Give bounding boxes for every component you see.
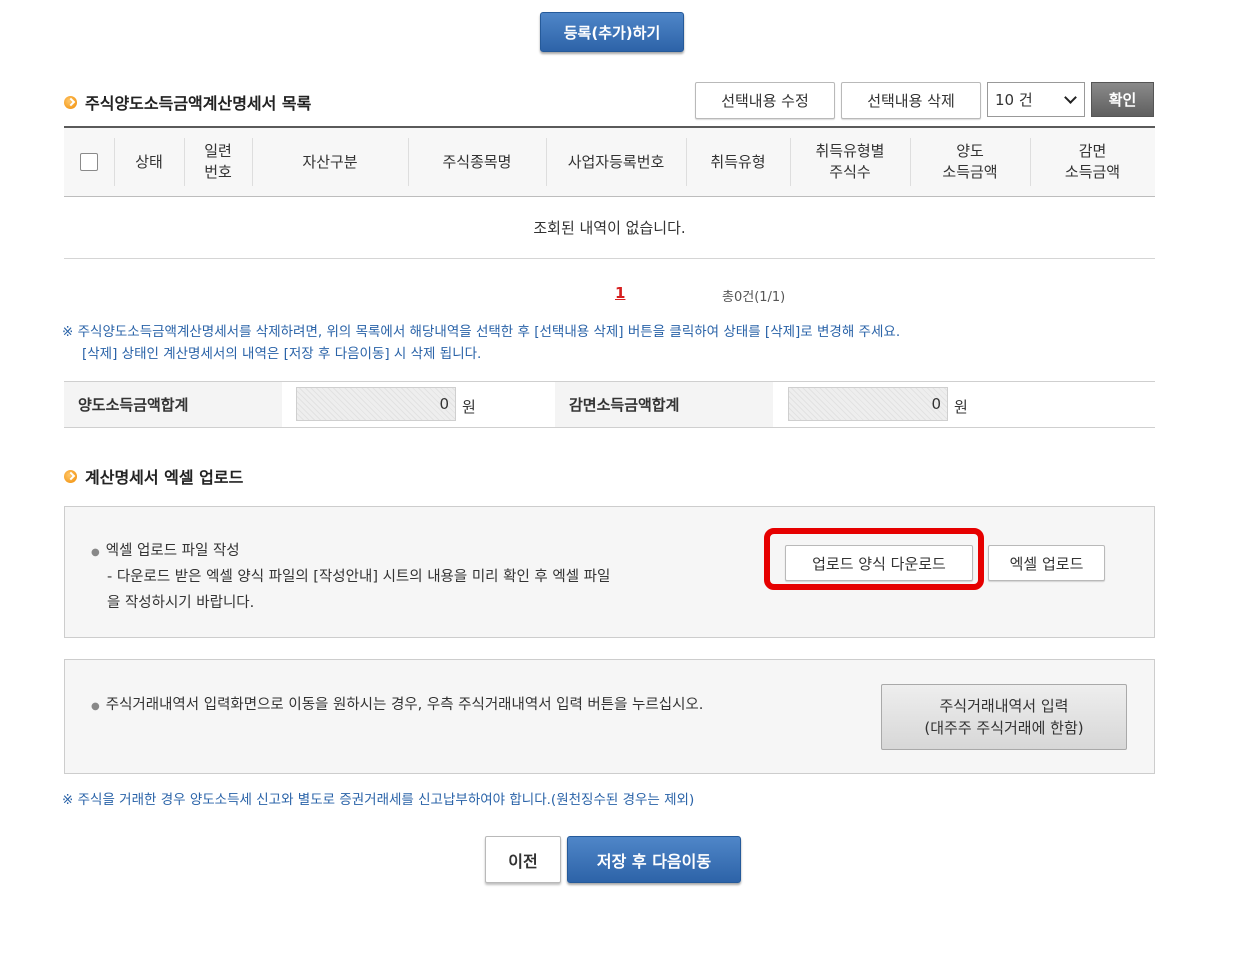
reduction-total-label: 감면소득금액합계 [569,396,680,414]
page-size-select[interactable]: 10 건 [987,82,1085,117]
list-title-text: 주식양도소득금액계산명세서 목록 [85,94,312,113]
excel-title-text: 계산명세서 엑셀 업로드 [85,468,244,487]
col-header-acquisition-type: 취득유형 [710,152,766,171]
edit-selected-button[interactable]: 선택내용 수정 [695,82,835,119]
delete-note-line1: ※ 주식양도소득금액계산명세서를 삭제하려면, 위의 목록에서 해당내역을 선택… [62,324,901,340]
dot-bullet-icon: ● [91,547,100,558]
table-header-row: 상태 일련 번호 자산구분 주식종목명 사업자등록번호 취득유형 취득유형별 주… [64,128,1155,197]
col-header-business-number: 사업자등록번호 [567,152,665,171]
pagination-summary: 총0건(1/1) [722,290,786,305]
delete-note-line2: [삭제] 상태인 계산명세서의 내역은 [저장 후 다음이동] 시 삭제 됩니다… [82,346,482,362]
trade-button-line2: (대주주 주식거래에 한함) [924,719,1084,737]
reduction-total-unit: 원 [954,398,968,416]
col-header-stock-name: 주식종목명 [442,152,512,171]
register-add-button[interactable]: 등록(추가)하기 [540,12,684,52]
statement-table: 상태 일련 번호 자산구분 주식종목명 사업자등록번호 취득유형 취득유형별 주… [64,126,1155,259]
page-size-value: 10 건 [995,91,1033,109]
transfer-total-unit: 원 [462,398,476,416]
trade-entry-message: 주식거래내역서 입력화면으로 이동을 원하시는 경우, 우측 주식거래내역서 입… [105,697,704,713]
table-empty-row: 조회된 내역이 없습니다. [64,197,1155,259]
excel-section-title: 계산명세서 엑셀 업로드 [64,464,243,488]
reduction-total-label-cell: 감면소득금액합계 [555,382,773,427]
empty-message: 조회된 내역이 없습니다. [533,219,686,237]
save-and-next-button[interactable]: 저장 후 다음이동 [567,836,741,883]
delete-selected-button[interactable]: 선택내용 삭제 [841,82,981,119]
trade-button-line1: 주식거래내역서 입력 [939,697,1069,715]
col-header-reduction-income: 감면 소득금액 [1064,142,1121,181]
dot-bullet-icon: ● [91,701,100,712]
col-header-transfer-income: 양도 소득금액 [942,142,998,181]
excel-heading-text: 엑셀 업로드 파일 작성 [105,543,240,559]
previous-button[interactable]: 이전 [485,836,561,883]
transfer-total-label: 양도소득금액합계 [78,396,189,414]
tax-note: ※ 주식을 거래한 경우 양도소득세 신고와 별도로 증권거래세를 신고납부하여… [62,792,695,808]
col-header-shares-by-type: 취득유형별 주식수 [815,142,885,181]
transfer-total-value: 0 [439,395,449,413]
select-all-checkbox[interactable] [80,153,98,171]
orange-bullet-icon [64,95,77,109]
reduction-total-value: 0 [931,395,941,413]
excel-heading: ● 엑셀 업로드 파일 작성 [91,539,240,560]
transfer-total-field: 0 [296,387,456,421]
orange-bullet-icon [64,469,77,483]
col-header-status: 상태 [135,152,163,171]
transfer-total-label-cell: 양도소득금액합계 [64,382,282,427]
col-header-serial: 일련 번호 [204,142,232,181]
trade-entry-text: ● 주식거래내역서 입력화면으로 이동을 원하시는 경우, 우측 주식거래내역서 … [91,693,703,714]
download-template-button[interactable]: 업로드 양식 다운로드 [785,545,973,581]
excel-desc-line1: - 다운로드 받은 엑셀 양식 파일의 [작성안내] 시트의 내용을 미리 확인… [107,569,611,585]
stock-trade-entry-button[interactable]: 주식거래내역서 입력 (대주주 주식거래에 한함) [881,684,1127,750]
list-section-title: 주식양도소득금액계산명세서 목록 [64,90,311,114]
confirm-button[interactable]: 확인 [1091,82,1154,117]
select-all-cell [64,128,114,196]
chevron-down-icon [1064,91,1077,104]
totals-row: 양도소득금액합계 0 원 감면소득금액합계 0 원 [64,381,1155,428]
reduction-total-field: 0 [788,387,948,421]
col-header-asset-type: 자산구분 [302,152,358,171]
page-number-current[interactable]: 1 [615,284,625,302]
excel-desc-line2: 을 작성하시기 바랍니다. [107,595,255,611]
excel-upload-button[interactable]: 엑셀 업로드 [988,545,1105,581]
